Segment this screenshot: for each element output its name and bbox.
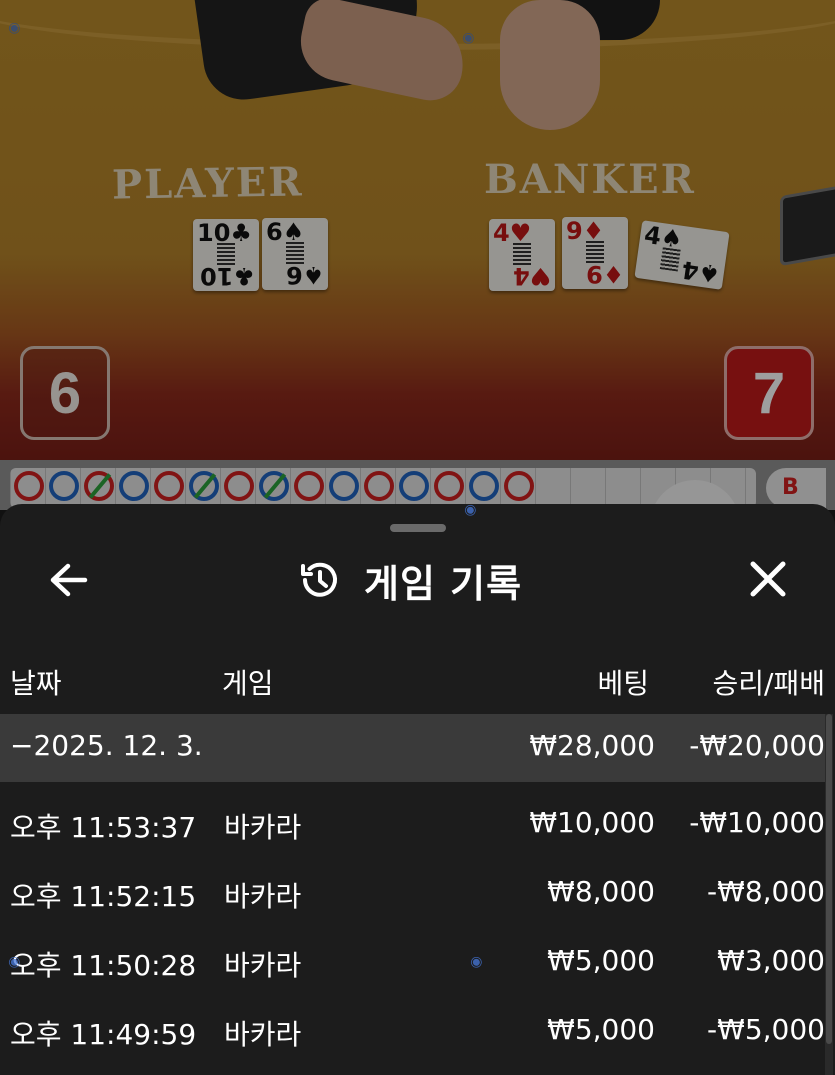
row-result: -₩10,000 <box>689 806 825 839</box>
column-header-game: 게임 <box>222 667 274 700</box>
road-bead <box>329 471 359 501</box>
row-time: 오후 11:53:37 <box>10 811 197 844</box>
column-header-date: 날짜 <box>10 667 62 700</box>
road-bead <box>294 471 324 501</box>
playing-card: 4♠ ♠4 <box>634 220 730 290</box>
card-shoe <box>780 183 835 267</box>
player-zone-label: PLAYER <box>111 158 304 209</box>
page-title: 게임 기록 <box>364 561 523 606</box>
scrollbar[interactable] <box>825 714 833 1075</box>
banker-badge: B <box>766 468 826 508</box>
sheet-drag-handle[interactable] <box>390 524 446 532</box>
road-bead <box>49 471 79 501</box>
road-bead <box>364 471 394 501</box>
row-game: 바카라 <box>224 811 302 844</box>
row-game: 바카라 <box>224 949 302 982</box>
close-button[interactable] <box>738 554 798 604</box>
sheet-header: 게임 기록 <box>0 544 835 614</box>
dealer-hand <box>500 0 600 130</box>
game-history-sheet: 게임 기록 날짜 게임 베팅 승리/패배 −2025. 12. 3. ₩28,0… <box>0 504 835 1075</box>
card-rank-suit: ♦9 <box>585 260 624 288</box>
table-row[interactable]: 오후 11:52:15 바카라 ₩8,000 -₩8,000 <box>0 853 825 922</box>
road-bead <box>84 471 114 501</box>
row-bet: ₩10,000 <box>529 806 655 839</box>
card-rank-suit: ♣10 <box>200 262 255 290</box>
date-group-label: −2025. 12. 3. <box>10 729 203 762</box>
history-icon <box>301 562 337 597</box>
road-bead <box>504 471 534 501</box>
road-bead <box>259 471 289 501</box>
sheet-title-group: 게임 기록 <box>296 554 522 606</box>
road-bead <box>224 471 254 501</box>
road-bead <box>399 471 429 501</box>
record-list: 오후 11:53:37 바카라 ₩10,000 -₩10,000 오후 11:5… <box>0 784 825 1060</box>
card-rank-suit: 9♦ <box>566 217 605 245</box>
row-bet: ₩5,000 <box>547 1013 655 1046</box>
card-rank-suit: ♠6 <box>285 261 324 289</box>
bead-road-board <box>10 468 756 508</box>
card-rank-suit: 6♠ <box>266 218 305 246</box>
table-row[interactable]: 오후 11:49:59 바카라 ₩5,000 -₩5,000 <box>0 991 825 1060</box>
date-group-row[interactable]: −2025. 12. 3. ₩28,000 -₩20,000 <box>0 714 825 782</box>
road-bead <box>119 471 149 501</box>
row-game: 바카라 <box>224 1018 302 1051</box>
table-row[interactable]: 오후 11:53:37 바카라 ₩10,000 -₩10,000 <box>0 784 825 853</box>
card-rank-suit: ♠4 <box>679 255 722 289</box>
playing-card: 6♠ ♠6 <box>262 218 328 290</box>
column-header-result: 승리/패배 <box>712 667 825 700</box>
road-bead <box>14 471 44 501</box>
card-rank-suit: 4♠ <box>642 220 685 254</box>
road-bead <box>469 471 499 501</box>
road-bead <box>434 471 464 501</box>
card-rank-suit: 10♣ <box>197 219 252 247</box>
row-bet: ₩5,000 <box>547 944 655 977</box>
row-result: -₩8,000 <box>707 875 825 908</box>
row-time: 오후 11:50:28 <box>10 949 197 982</box>
road-bead <box>189 471 219 501</box>
row-result: ₩3,000 <box>717 944 825 977</box>
road-bead <box>154 471 184 501</box>
arrow-left-icon <box>50 563 88 597</box>
date-group-result-total: -₩20,000 <box>689 729 825 762</box>
back-button[interactable] <box>38 558 98 602</box>
row-time: 오후 11:49:59 <box>10 1018 197 1051</box>
watermark-logo: ◉ <box>460 504 480 520</box>
bead-road: B <box>0 460 835 570</box>
row-result: -₩5,000 <box>707 1013 825 1046</box>
card-barcode <box>659 247 681 272</box>
scrollbar-thumb[interactable] <box>826 714 832 1044</box>
row-time: 오후 11:52:15 <box>10 880 197 913</box>
table-row[interactable]: 오후 11:50:28 바카라 ₩5,000 ₩3,000 <box>0 922 825 991</box>
playing-card: 9♦ ♦9 <box>562 217 628 289</box>
player-score: 6 <box>20 346 110 440</box>
row-game: 바카라 <box>224 880 302 913</box>
game-table-video: PLAYER BANKER 10♣ ♣10 6♠ ♠6 4♥ ♥4 9♦ ♦9 4♠ ♠4 6 … <box>0 0 835 460</box>
column-header-bet: 베팅 <box>597 667 649 700</box>
card-rank-suit: ♥4 <box>512 262 551 290</box>
date-group-bet-total: ₩28,000 <box>529 729 655 762</box>
card-rank-suit: 4♥ <box>493 219 532 247</box>
playing-card: 10♣ ♣10 <box>193 219 259 291</box>
table-header: 날짜 게임 베팅 승리/패배 <box>0 654 835 704</box>
banker-zone-label: BANKER <box>484 156 696 203</box>
close-icon <box>750 561 786 597</box>
row-bet: ₩8,000 <box>547 875 655 908</box>
banker-score: 7 <box>724 346 814 440</box>
playing-card: 4♥ ♥4 <box>489 219 555 291</box>
